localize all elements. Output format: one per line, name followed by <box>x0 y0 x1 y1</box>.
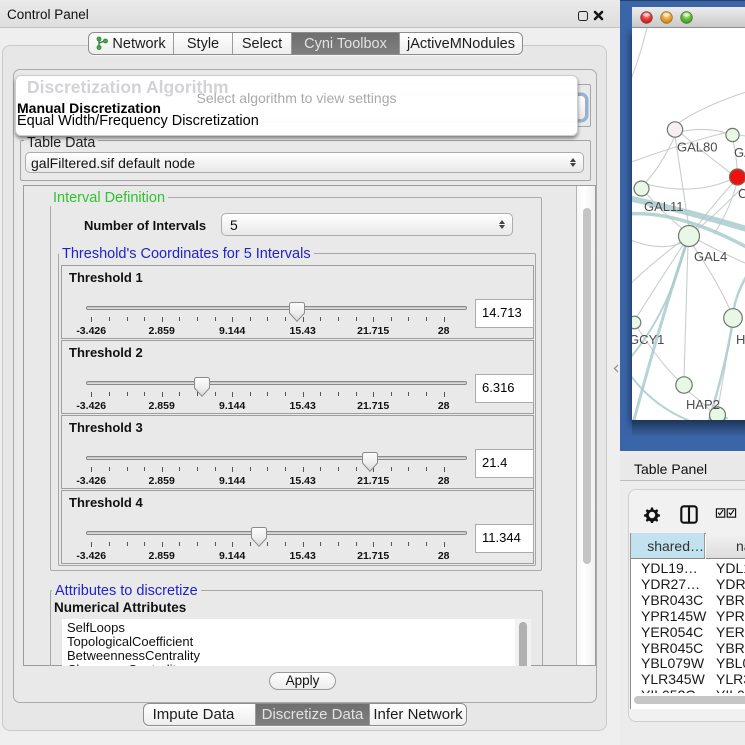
svg-text:GAL11: GAL11 <box>644 199 684 214</box>
svg-text:GA: GA <box>734 145 745 160</box>
svg-text:C: C <box>738 186 745 201</box>
svg-text:GAL80: GAL80 <box>677 140 717 155</box>
svg-text:GCY1: GCY1 <box>632 332 664 347</box>
svg-text:GAL4: GAL4 <box>694 249 727 264</box>
svg-text:H: H <box>736 332 745 347</box>
svg-text:HAP2: HAP2 <box>686 397 720 412</box>
